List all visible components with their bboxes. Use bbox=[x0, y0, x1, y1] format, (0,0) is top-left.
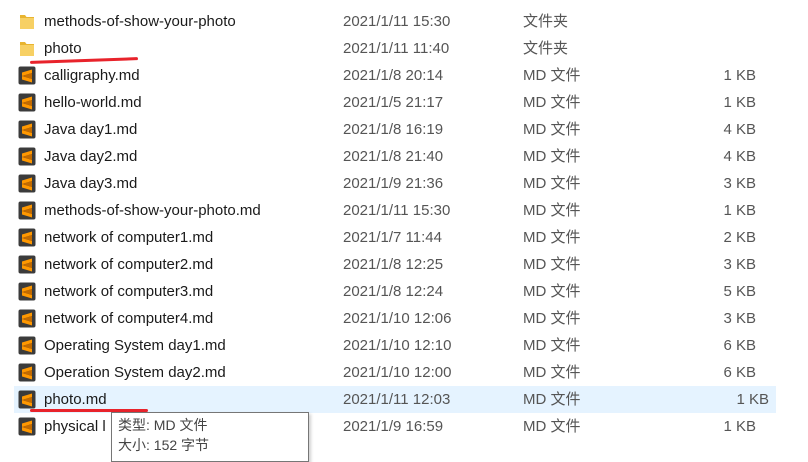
file-name: network of computer2.md bbox=[44, 256, 214, 273]
file-size: 2 KB bbox=[723, 229, 756, 246]
sublime-file-icon bbox=[18, 363, 36, 382]
sublime-file-icon bbox=[18, 174, 36, 193]
file-date: 2021/1/8 20:14 bbox=[343, 67, 444, 84]
file-type: MD 文件 bbox=[523, 256, 581, 273]
file-size: 4 KB bbox=[723, 148, 756, 165]
file-row[interactable]: hello-world.md 2021/1/5 21:17 MD 文件 1 KB bbox=[0, 89, 808, 116]
file-row[interactable]: Java day1.md 2021/1/8 16:19 MD 文件 4 KB bbox=[0, 116, 808, 143]
file-date: 2021/1/8 12:24 bbox=[343, 283, 444, 300]
file-type: MD 文件 bbox=[523, 364, 581, 381]
file-date: 2021/1/9 21:36 bbox=[343, 175, 444, 192]
file-name: photo bbox=[44, 40, 82, 57]
file-name: Java day1.md bbox=[44, 121, 138, 138]
sublime-file-icon bbox=[18, 201, 36, 220]
file-row[interactable]: network of computer3.md 2021/1/8 12:24 MD … bbox=[0, 278, 808, 305]
file-type: 文件夹 bbox=[523, 40, 569, 57]
file-name: network of computer1.md bbox=[44, 229, 214, 246]
file-date: 2021/1/11 12:03 bbox=[343, 391, 451, 408]
file-name: physical l bbox=[44, 418, 106, 435]
sublime-file-icon bbox=[18, 417, 36, 436]
file-size: 6 KB bbox=[723, 337, 756, 354]
file-date: 2021/1/7 11:44 bbox=[343, 229, 442, 246]
file-tooltip: 类型: MD 文件 大小: 152 字节 bbox=[111, 412, 309, 462]
file-size: 1 KB bbox=[723, 202, 756, 219]
sublime-file-icon bbox=[18, 120, 36, 139]
tooltip-type: 类型: MD 文件 bbox=[118, 417, 208, 433]
file-type: MD 文件 bbox=[523, 229, 581, 246]
file-type: MD 文件 bbox=[523, 337, 581, 354]
sublime-file-icon bbox=[18, 390, 36, 409]
file-type: 文件夹 bbox=[523, 13, 569, 30]
file-type: MD 文件 bbox=[523, 175, 581, 192]
file-date: 2021/1/5 21:17 bbox=[343, 94, 444, 111]
file-size: 3 KB bbox=[723, 256, 756, 273]
sublime-file-icon bbox=[18, 282, 36, 301]
file-date: 2021/1/11 11:40 bbox=[343, 40, 450, 57]
file-row[interactable]: Java day3.md 2021/1/9 21:36 MD 文件 3 KB bbox=[0, 170, 808, 197]
sublime-file-icon bbox=[18, 147, 36, 166]
file-date: 2021/1/8 21:40 bbox=[343, 148, 444, 165]
file-name: Operation System day2.md bbox=[44, 364, 226, 381]
file-type: MD 文件 bbox=[523, 121, 581, 138]
file-date: 2021/1/10 12:00 bbox=[343, 364, 452, 381]
file-list: methods-of-show-your-photo 2021/1/11 15:3… bbox=[0, 8, 808, 440]
file-name: methods-of-show-your-photo.md bbox=[44, 202, 261, 219]
file-row[interactable]: Operating System day1.md 2021/1/10 12:10 M… bbox=[0, 332, 808, 359]
sublime-file-icon bbox=[18, 336, 36, 355]
folder-icon bbox=[18, 12, 36, 31]
file-row[interactable]: calligraphy.md 2021/1/8 20:14 MD 文件 1 KB bbox=[0, 62, 808, 89]
file-name: Java day3.md bbox=[44, 175, 138, 192]
file-date: 2021/1/10 12:10 bbox=[343, 337, 452, 354]
folder-row[interactable]: methods-of-show-your-photo 2021/1/11 15:3… bbox=[0, 8, 808, 35]
file-name: network of computer4.md bbox=[44, 310, 214, 327]
file-type: MD 文件 bbox=[523, 148, 581, 165]
file-row[interactable]: Operation System day2.md 2021/1/10 12:00 M… bbox=[0, 359, 808, 386]
folder-icon bbox=[18, 39, 36, 58]
file-date: 2021/1/10 12:06 bbox=[343, 310, 452, 327]
file-type: MD 文件 bbox=[523, 94, 581, 111]
file-date: 2021/1/11 15:30 bbox=[343, 13, 451, 30]
file-type: MD 文件 bbox=[523, 391, 581, 408]
file-size: 1 KB bbox=[723, 67, 756, 84]
file-size: 3 KB bbox=[723, 175, 756, 192]
file-size: 1 KB bbox=[723, 94, 756, 111]
file-name: Java day2.md bbox=[44, 148, 138, 165]
file-type: MD 文件 bbox=[523, 67, 581, 84]
file-type: MD 文件 bbox=[523, 418, 581, 435]
file-date: 2021/1/11 15:30 bbox=[343, 202, 451, 219]
file-type: MD 文件 bbox=[523, 310, 581, 327]
file-size: 3 KB bbox=[723, 310, 756, 327]
file-size: 1 KB bbox=[736, 391, 769, 408]
file-name: methods-of-show-your-photo bbox=[44, 13, 236, 30]
sublime-file-icon bbox=[18, 228, 36, 247]
file-row[interactable]: network of computer2.md 2021/1/8 12:25 MD … bbox=[0, 251, 808, 278]
sublime-file-icon bbox=[18, 255, 36, 274]
file-type: MD 文件 bbox=[523, 283, 581, 300]
file-row[interactable]: Java day2.md 2021/1/8 21:40 MD 文件 4 KB bbox=[0, 143, 808, 170]
tooltip-size: 大小: 152 字节 bbox=[118, 437, 210, 453]
file-size: 1 KB bbox=[723, 418, 756, 435]
file-name: Operating System day1.md bbox=[44, 337, 226, 354]
sublime-file-icon bbox=[18, 309, 36, 328]
file-date: 2021/1/9 16:59 bbox=[343, 418, 444, 435]
file-date: 2021/1/8 16:19 bbox=[343, 121, 444, 138]
file-type: MD 文件 bbox=[523, 202, 581, 219]
file-size: 6 KB bbox=[723, 364, 756, 381]
file-name: calligraphy.md bbox=[44, 67, 140, 84]
sublime-file-icon bbox=[18, 66, 36, 85]
file-row[interactable]: methods-of-show-your-photo.md 2021/1/11 1… bbox=[0, 197, 808, 224]
sublime-file-icon bbox=[18, 93, 36, 112]
file-row[interactable]: network of computer1.md 2021/1/7 11:44 MD … bbox=[0, 224, 808, 251]
file-row[interactable]: network of computer4.md 2021/1/10 12:06 MD… bbox=[0, 305, 808, 332]
file-name: network of computer3.md bbox=[44, 283, 214, 300]
file-date: 2021/1/8 12:25 bbox=[343, 256, 444, 273]
file-size: 5 KB bbox=[723, 283, 756, 300]
file-size: 4 KB bbox=[723, 121, 756, 138]
file-name: hello-world.md bbox=[44, 94, 142, 111]
